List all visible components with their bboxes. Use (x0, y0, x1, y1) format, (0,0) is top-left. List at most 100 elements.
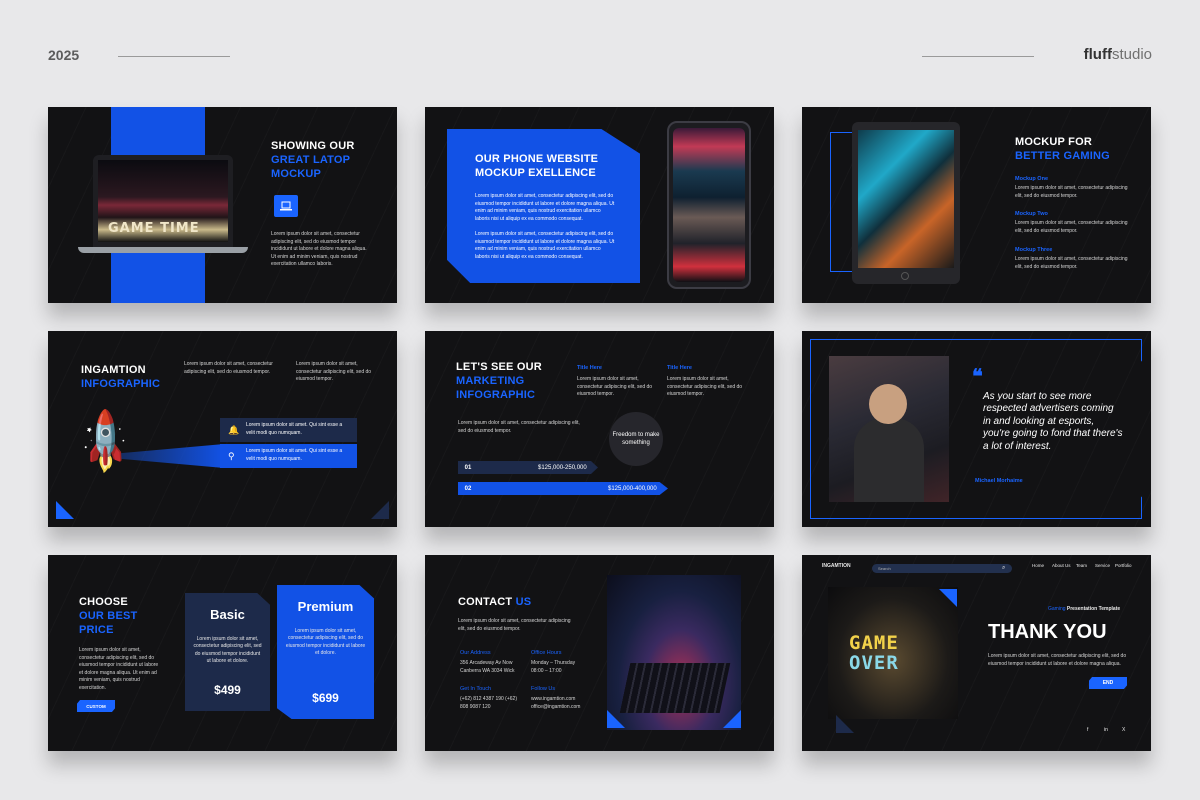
blue-frame (830, 132, 852, 272)
nav-about[interactable]: About Us (1052, 563, 1071, 568)
column-title-1: Title Here (577, 365, 602, 371)
nav-portfolio[interactable]: Portfolio (1115, 563, 1132, 568)
thank-you-title: THANK YOU (988, 621, 1107, 643)
keyboard-keys (619, 663, 731, 713)
slide-laptop-mockup[interactable]: GAME TIME SHOWING OUR GREAT LATOP MOCKUP… (48, 107, 397, 303)
slide-title: CONTACT US (458, 596, 532, 608)
quote-icon: ❝ (972, 364, 983, 388)
testimonial-author: Michael Morhaime (975, 478, 1023, 484)
header-divider-right (922, 56, 1034, 57)
slide-marketing-infographic[interactable]: LET'S SEE OUR MARKETING INFOGRAPHIC Titl… (425, 331, 774, 527)
corner-triangle-bottom (836, 715, 854, 733)
mockup-item-3: Mockup Three (1015, 247, 1053, 253)
person-body (854, 418, 924, 502)
x-icon[interactable]: X (1122, 727, 1125, 733)
facebook-icon[interactable]: f (1087, 727, 1088, 733)
plan-name: Premium (297, 599, 354, 614)
nav-service[interactable]: Service (1095, 563, 1110, 568)
person-head (869, 384, 907, 424)
testimonial-quote: As you start to see more respected adver… (983, 391, 1123, 452)
laptop-icon (274, 195, 298, 217)
bell-icon: 🔔 (228, 424, 240, 435)
link-icon: ⚲ (228, 450, 235, 461)
laptop-screen: GAME TIME (98, 160, 228, 242)
nav-home[interactable]: Home (1032, 563, 1044, 568)
address-label: Our Address (460, 650, 491, 656)
slide-contact[interactable]: CONTACT US Lorem ipsum dolor sit amet, c… (425, 555, 774, 751)
presentation-tag: Gaming Presentation Template (1048, 606, 1121, 612)
slide-pricing[interactable]: CHOOSE OUR BEST PRICE Lorem ipsum dolor … (48, 555, 397, 751)
search-input[interactable]: Search (872, 564, 1012, 573)
infographic-row-1: 🔔 Lorem ipsum dolor sit amet. Qui sint e… (220, 418, 357, 442)
presentation-preview-page: 2025 fluffstudio GAME TIME SHOWING OUR G… (0, 0, 1200, 800)
plan-name: Basic (210, 607, 245, 622)
slide-phone-mockup[interactable]: OUR PHONE WEBSITE MOCKUP EXELLENCE Lorem… (425, 107, 774, 303)
slide-title: CHOOSE OUR BEST PRICE (79, 596, 138, 636)
slide-title: MOCKUP FOR BETTER GAMING (1015, 136, 1110, 162)
linkedin-icon[interactable]: in (1104, 727, 1108, 733)
slide-body-text: Lorem ipsum dolor sit amet, consectetur … (988, 653, 1127, 667)
bar-01: 01 $125,000-250,000 (458, 461, 598, 474)
mockup-item-3-text: Lorem ipsum dolor sit amet, consectetur … (1015, 256, 1128, 270)
plan-desc: Lorem ipsum dolor sit amet, consectetur … (285, 628, 366, 657)
follow-label: Follow Us (531, 686, 556, 692)
infographic-row-2: ⚲ Lorem ipsum dolor sit amet. Qui sint e… (220, 444, 357, 468)
speech-bubble: Freedom to make something (609, 412, 663, 466)
hours-text: Monday – Thursday 08:00 – 17:00 (531, 660, 576, 674)
corner-triangle-top (939, 589, 957, 607)
slide-testimonial[interactable]: ❝ As you start to see more respected adv… (802, 331, 1151, 527)
tablet-home-button (901, 272, 909, 280)
game-over-sign: GAME OVER (849, 632, 899, 674)
slide-body-text: Lorem ipsum dolor sit amet, consectetur … (271, 231, 367, 268)
infographic-text-2: Lorem ipsum dolor sit amet, consectetur … (296, 361, 372, 383)
bar-02: 02 $125,000-400,000 (458, 482, 668, 495)
corner-triangle-right (723, 710, 741, 728)
header-divider-left (118, 56, 230, 57)
phone-screen (673, 128, 745, 282)
mockup-item-2: Mockup Two (1015, 211, 1048, 217)
slide-body-text-2: Lorem ipsum dolor sit amet, consectetur … (475, 231, 615, 260)
brand-logo: fluffstudio (1083, 46, 1152, 63)
slide-body-text: Lorem ipsum dolor sit amet, consectetur … (475, 193, 615, 222)
laptop-mockup: GAME TIME (93, 155, 233, 247)
infographic-text-1: Lorem ipsum dolor sit amet, consectetur … (184, 361, 273, 375)
mockup-item-2-text: Lorem ipsum dolor sit amet, consectetur … (1015, 220, 1128, 234)
slide-body-text: Lorem ipsum dolor sit amet, consectetur … (458, 618, 571, 632)
column-text-2: Lorem ipsum dolor sit amet, consectetur … (667, 376, 743, 398)
plan-price: $499 (214, 683, 241, 697)
touch-label: Get In Touch (460, 686, 492, 692)
nav-team[interactable]: Team (1076, 563, 1087, 568)
phone-text: (+62) 812 4387 190 (+62) 808 9087 120 (460, 696, 517, 710)
corner-triangle-left (607, 710, 625, 728)
mockup-item-1: Mockup One (1015, 176, 1049, 182)
follow-text: www.ingamtion.com office@ingamtion.com (531, 696, 581, 710)
laptop-base (78, 247, 248, 253)
corner-triangle-right (371, 501, 389, 519)
slide-title: INGAMTION INFOGRAPHIC (81, 364, 161, 390)
slide-title: LET'S SEE OUR MARKETING INFOGRAPHIC (456, 361, 542, 401)
nav-logo[interactable]: INGAMTION (822, 563, 851, 569)
rocket-icon: 🚀 (69, 405, 143, 480)
search-icon[interactable]: ⌕ (1002, 565, 1005, 572)
slide-body-text: Lorem ipsum dolor sit amet, consectetur … (79, 647, 159, 691)
slide-body-text: Lorem ipsum dolor sit amet, consectetur … (458, 420, 580, 434)
custom-button[interactable]: CUSTOM (77, 700, 115, 712)
year-label: 2025 (48, 47, 80, 63)
corner-triangle-left (56, 501, 74, 519)
plan-desc: Lorem ipsum dolor sit amet, consectetur … (193, 636, 262, 665)
tablet-mockup (852, 122, 960, 284)
slide-title: SHOWING OUR GREAT LATOP MOCKUP (271, 140, 355, 180)
slide-infographic[interactable]: INGAMTION INFOGRAPHIC Lorem ipsum dolor … (48, 331, 397, 527)
slide-title: OUR PHONE WEBSITE MOCKUP EXELLENCE (475, 153, 599, 179)
slide-tablet-mockup[interactable]: MOCKUP FOR BETTER GAMING Mockup One Lore… (802, 107, 1151, 303)
slide-thank-you[interactable]: INGAMTION Search ⌕ Home About Us Team Se… (802, 555, 1151, 751)
phone-mockup (667, 121, 751, 289)
end-button[interactable]: END (1089, 677, 1127, 689)
column-title-2: Title Here (667, 365, 692, 371)
mockup-item-1-text: Lorem ipsum dolor sit amet, consectetur … (1015, 185, 1128, 199)
plan-card-basic[interactable]: Basic Lorem ipsum dolor sit amet, consec… (185, 593, 270, 711)
column-text-1: Lorem ipsum dolor sit amet, consectetur … (577, 376, 653, 398)
plan-card-premium[interactable]: Premium Lorem ipsum dolor sit amet, cons… (277, 585, 374, 719)
address-text: 356 Arcadeway Av Now Canberra WA 3034 Wi… (460, 660, 515, 674)
testimonial-photo (829, 356, 949, 502)
